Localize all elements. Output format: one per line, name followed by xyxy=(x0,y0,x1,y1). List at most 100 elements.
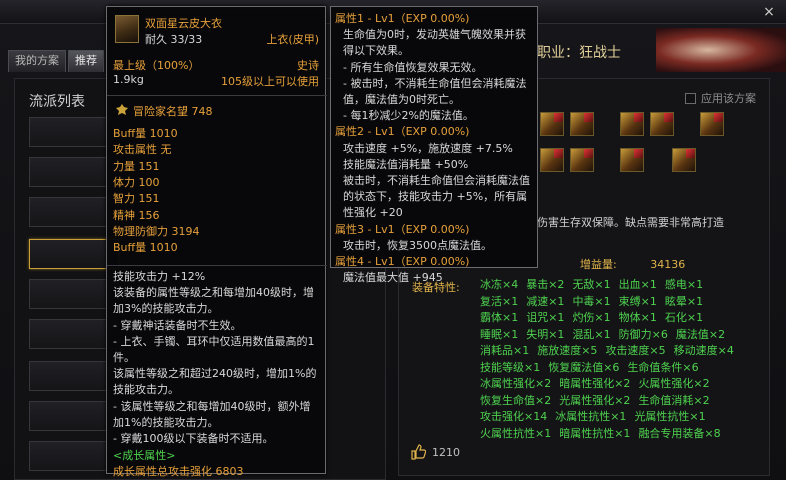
trait-item: 魔法值×2 xyxy=(675,327,726,341)
item-effect-line: 该装备的属性等级之和每增加40级时，增 xyxy=(113,286,314,300)
item-effect-line: 该属性等级之和超过240级时，增加1%的 xyxy=(113,367,317,381)
item-effect-line: - 上衣、手镯、耳环中仅适用数值最高的1 xyxy=(113,334,315,348)
property-line: 技能魔法值消耗量 +50% xyxy=(343,157,469,171)
trait-item: 技能等级×1 xyxy=(480,360,541,374)
trait-item: 恢复生命值×2 xyxy=(480,393,552,407)
item-stat: 物理防御力 3194 xyxy=(113,224,200,238)
property-line: 攻击速度 +5%，施放速度 +7.5% xyxy=(343,141,513,155)
trait-row: 火属性抗性×1 暗属性抗性×1 融合专用装备×8 xyxy=(480,426,770,443)
property-line: 值，魔法值为0时死亡。 xyxy=(343,93,460,107)
gain-label: 增益量: xyxy=(580,258,617,271)
property-body: 属性1 - Lv1（EXP 0.00%) 生命值为0时，发动英雄气魄效果并获 得以下… xyxy=(335,11,537,286)
equipment-icon[interactable] xyxy=(700,112,724,136)
trait-item: 物体×1 xyxy=(618,311,657,324)
item-durability: 耐久 33/33 xyxy=(145,33,203,46)
close-icon: × xyxy=(763,4,775,20)
item-effect-line: - 穿戴100级以下装备时不适用。 xyxy=(113,432,274,446)
build-description: 伤害生存双保障。缺点需要非常高打造 xyxy=(537,216,724,229)
trait-item: 攻击强化×14 xyxy=(480,410,548,423)
trait-row: 消耗品×1 施放速度×5 攻击速度×5 移动速度×4 xyxy=(480,343,770,360)
trait-row: 恢复生命值×2 光属性强化×2 生命值消耗×2 xyxy=(480,393,770,410)
equipment-icon[interactable] xyxy=(540,112,564,136)
growth-total: 成长属性总攻击强化 6803 xyxy=(113,465,244,478)
property-tooltip: 属性1 - Lv1（EXP 0.00%) 生命值为0时，发动英雄气魄效果并获 得以下… xyxy=(330,6,538,284)
traits-grid: 冰冻×4 暴击×2 无敌×1 出血×1 感电×1 复活×1 减速×1 中毒×1 束缚×1 眩晕×1… xyxy=(480,277,770,442)
close-button[interactable]: × xyxy=(760,3,778,21)
trait-item: 感电×1 xyxy=(664,278,704,291)
equipment-icon[interactable] xyxy=(620,148,644,172)
property-line: 攻击时，恢复3500点魔法值。 xyxy=(343,238,492,252)
item-slot: 上衣(皮甲) xyxy=(266,33,319,46)
item-stat: 智力 151 xyxy=(113,192,160,206)
item-coat-icon xyxy=(115,15,139,43)
trait-item: 暗属性抗性×1 xyxy=(559,426,631,440)
trait-item: 失明×1 xyxy=(526,327,565,341)
item-effect-line: - 该属性等级之和每增加40级时，额外增 xyxy=(113,399,311,413)
trait-item: 中毒×1 xyxy=(572,294,611,308)
equipment-icon[interactable] xyxy=(650,112,674,136)
trait-item: 暗属性强化×2 xyxy=(559,377,631,390)
trait-row: 技能等级×1 恢复魔法值×6 生命值条件×6 xyxy=(480,360,770,377)
property-line: 性强化 +20 xyxy=(343,206,403,220)
trait-item: 攻击速度×5 xyxy=(605,344,666,357)
item-effect-line: - 穿戴神话装备时不生效。 xyxy=(113,318,242,332)
trait-item: 灼伤×1 xyxy=(572,311,611,324)
trait-item: 光属性抗性×1 xyxy=(634,410,706,423)
item-effect-line: 加1%的技能攻击力。 xyxy=(113,415,219,429)
trait-item: 生命值消耗×2 xyxy=(638,393,710,407)
item-level-requirement: 105级以上可以使用 xyxy=(221,75,319,88)
trait-item: 束缚×1 xyxy=(618,294,657,308)
trait-item: 火属性抗性×1 xyxy=(480,426,552,440)
checkbox-box[interactable] xyxy=(685,92,696,104)
property-line: - 所有生命值恢复效果无效。 xyxy=(343,60,483,74)
trait-row: 睡眠×1 失明×1 混乱×1 防御力×6 魔法值×2 xyxy=(480,327,770,344)
item-fame: 冒险家名望 748 xyxy=(133,105,213,118)
item-rarity: 史诗 xyxy=(297,59,319,72)
trait-item: 施放速度×5 xyxy=(537,344,598,357)
trait-item: 光属性强化×2 xyxy=(559,393,631,407)
gain-value: 34136 xyxy=(650,258,686,271)
trait-row: 复活×1 减速×1 中毒×1 束缚×1 眩晕×1 xyxy=(480,294,770,311)
trait-item: 融合专用装备×8 xyxy=(638,426,721,440)
equipment-icon[interactable] xyxy=(570,112,594,136)
fame-icon xyxy=(116,104,128,115)
trait-item: 移动速度×4 xyxy=(673,344,734,357)
trait-item: 减速×1 xyxy=(526,294,565,308)
item-stat: Buff量 1010 xyxy=(113,127,178,140)
divider xyxy=(107,95,327,96)
trait-item: 生命值条件×6 xyxy=(627,360,699,374)
item-effect-text: 技能攻击力 +12% 该装备的属性等级之和每增加40级时，增 加3%的技能攻击力。 -… xyxy=(113,269,325,447)
trait-row: 霸体×1 诅咒×1 灼伤×1 物体×1 石化×1 xyxy=(480,310,770,327)
tab-my-schemes[interactable]: 我的方案 xyxy=(8,50,66,72)
item-tooltip: 双面星云皮大衣 耐久 33/33 上衣(皮甲) 最上级（100%） 史诗 1.9… xyxy=(106,6,327,478)
item-stat: 体力 100 xyxy=(113,175,160,189)
build-list-title: 流派列表 xyxy=(29,94,85,110)
equipment-icon[interactable] xyxy=(540,148,564,172)
tab-strip: 我的方案 推荐 xyxy=(8,50,106,72)
trait-item: 出血×1 xyxy=(618,278,657,291)
trait-item: 霸体×1 xyxy=(480,311,519,324)
thumbs-up-icon[interactable] xyxy=(410,444,426,460)
property-header: 属性3 - Lv1（EXP 0.00%) xyxy=(335,222,470,236)
property-line: 被击时，不消耗生命值但会消耗魔法值 xyxy=(343,174,530,188)
like-count: 1210 xyxy=(432,445,460,459)
equipment-icon[interactable] xyxy=(672,148,696,172)
item-stat: 力量 151 xyxy=(113,159,160,173)
property-line: - 每1秒减少2%的魔法值。 xyxy=(343,109,474,123)
apply-scheme-checkbox[interactable]: 应用该方案 xyxy=(685,90,756,106)
property-line: 魔法值最大值 +945 xyxy=(343,271,443,285)
gain-row: 增益量: 34136 xyxy=(580,256,685,272)
property-line: 生命值为0时，发动英雄气魄效果并获 xyxy=(343,28,526,42)
equipment-icon[interactable] xyxy=(570,148,594,172)
trait-item: 石化×1 xyxy=(664,311,704,324)
like-row[interactable]: 1210 xyxy=(410,444,460,460)
trait-item: 睡眠×1 xyxy=(480,327,519,341)
trait-item: 消耗品×1 xyxy=(480,344,530,357)
equipment-icon[interactable] xyxy=(620,112,644,136)
trait-item: 无敌×1 xyxy=(572,278,611,291)
trait-row: 冰属性强化×2 暗属性强化×2 火属性强化×2 xyxy=(480,376,770,393)
item-stat: Buff量 1010 xyxy=(113,241,178,255)
trait-row: 攻击强化×14 冰属性抗性×1 光属性抗性×1 xyxy=(480,409,770,426)
job-label: 职业：狂战士 xyxy=(537,45,621,61)
tab-recommended[interactable]: 推荐 xyxy=(68,50,104,72)
